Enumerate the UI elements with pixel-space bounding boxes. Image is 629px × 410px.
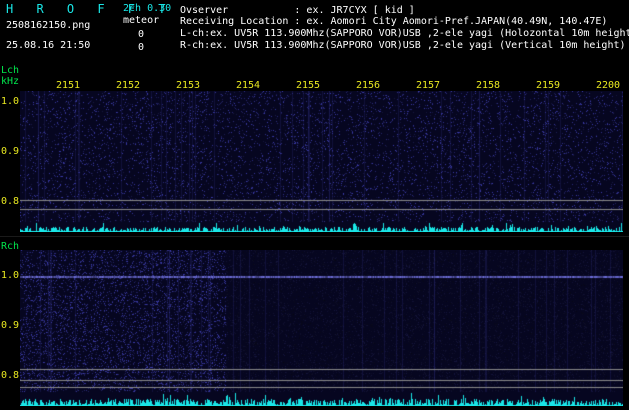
khz-label: kHz [1, 76, 20, 87]
lch-label: Lch [1, 65, 20, 76]
datetime-label: 25.08.16 21:50 [6, 40, 91, 51]
rch-tick-1-0: 1.0 [1, 270, 20, 281]
time-tick: 2156 [356, 80, 381, 91]
time-tick: 2155 [296, 80, 321, 91]
time-tick: 2158 [476, 80, 501, 91]
rch-info: R-ch:ex. UV5R 113.900Mhz(SAPPORO VOR)USB… [180, 40, 626, 51]
lch-info: L-ch:ex. UV5R 113.900Mhz(SAPPORO VOR)USB… [180, 28, 629, 39]
divider [0, 236, 629, 237]
rch-tick-0-9: 0.9 [1, 320, 20, 331]
time-tick: 2157 [416, 80, 441, 91]
time-tick: 2154 [236, 80, 261, 91]
filename-label: 2508162150.png [6, 20, 91, 31]
rch-tick-0-8: 0.8 [1, 370, 20, 381]
rch-label: Rch [1, 241, 20, 252]
mode-label: 2ch 0.30 [123, 3, 172, 14]
meteor-count-r: 0 [138, 42, 145, 53]
time-tick: 2159 [536, 80, 561, 91]
lch-tick-0-9: 0.9 [1, 146, 20, 157]
lch-waterfall [20, 91, 623, 232]
meteor-label: meteor [123, 15, 160, 26]
lch-tick-0-8: 0.8 [1, 196, 20, 207]
meteor-count-l: 0 [138, 29, 145, 40]
time-tick: 2200 [596, 80, 621, 91]
lch-tick-1-0: 1.0 [1, 96, 20, 107]
time-tick: 2151 [56, 80, 81, 91]
observer-info: Ovserver : ex. JR7CYX [ kid ] [180, 5, 415, 16]
location-info: Receiving Location : ex. Aomori City Aom… [180, 16, 608, 27]
time-tick: 2153 [176, 80, 201, 91]
time-tick: 2152 [116, 80, 141, 91]
rch-waterfall [20, 250, 623, 406]
